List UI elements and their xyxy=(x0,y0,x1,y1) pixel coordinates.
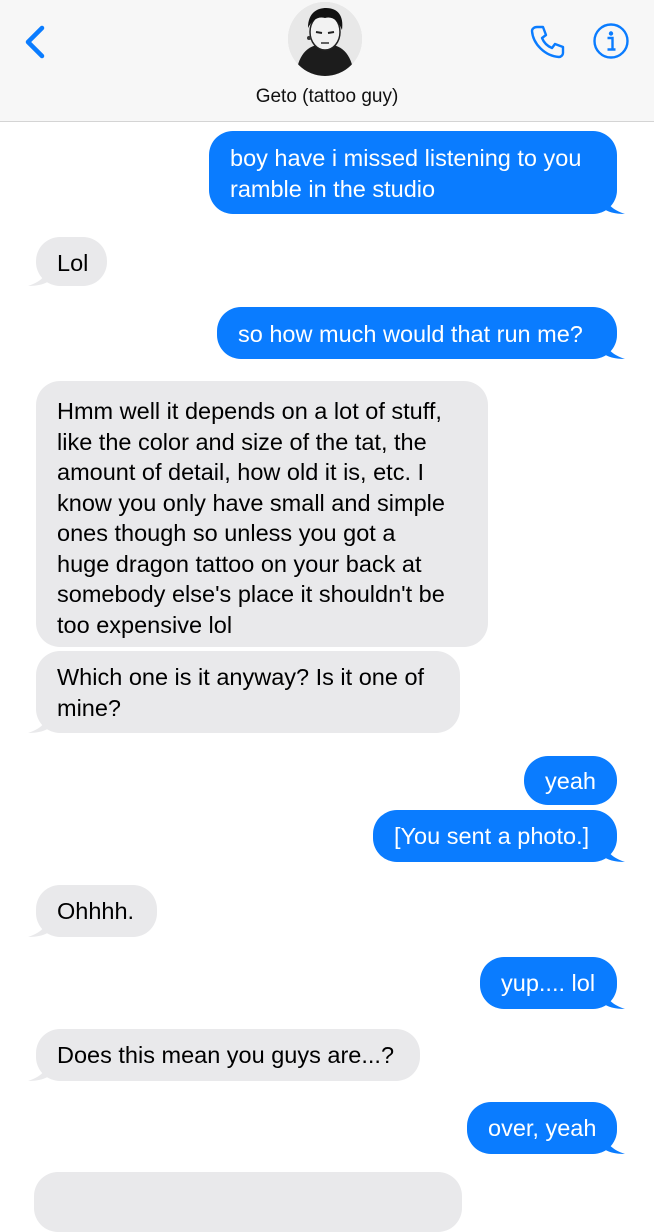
chevron-left-icon xyxy=(25,25,45,59)
call-button[interactable] xyxy=(527,22,567,62)
message-text-line: huge dragon tattoo on your back at xyxy=(57,550,422,577)
message-bubble-incoming[interactable]: Lol xyxy=(28,237,107,286)
bubble-tail xyxy=(28,262,50,286)
bubble-tail xyxy=(603,1130,625,1154)
message-text-line: Does this mean you guys are...? xyxy=(57,1042,395,1068)
bubble-tail xyxy=(603,838,625,862)
message-bubble-incoming-partial[interactable] xyxy=(34,1172,462,1232)
conversation-header: Geto (tattoo guy) xyxy=(0,0,654,122)
message-text-line: Ohhhh. xyxy=(57,898,135,924)
info-icon xyxy=(593,23,629,59)
message-text-line: so how much would that run me? xyxy=(238,321,583,347)
message-text-line: over, yeah xyxy=(488,1115,597,1141)
message-text-line: too expensive lol xyxy=(57,611,233,638)
message-text-line: Which one is it anyway? Is it one of xyxy=(57,664,425,690)
bubble-tail xyxy=(28,913,50,937)
contact-name[interactable]: Geto (tattoo guy) xyxy=(0,86,654,108)
message-text-line: Hmm well it depends on a lot of stuff, xyxy=(57,398,442,424)
message-text-line: yup.... lol xyxy=(501,970,596,996)
message-bubble-incoming[interactable]: Ohhhh. xyxy=(28,885,157,937)
message-text-line: yeah xyxy=(545,768,596,794)
message-text-line: amount of detail, how old it is, etc. I xyxy=(57,459,425,485)
bubble-tail xyxy=(28,709,50,733)
message-bubble-incoming[interactable]: Which one is it anyway? Is it one of min… xyxy=(28,651,460,733)
info-button[interactable] xyxy=(592,22,630,60)
message-bubble-outgoing[interactable]: yup.... lol xyxy=(480,957,625,1009)
message-bubble-outgoing[interactable]: [You sent a photo.] xyxy=(373,810,625,862)
avatar[interactable] xyxy=(288,2,362,76)
message-text-line: Lol xyxy=(57,250,89,276)
message-text-line: somebody else's place it shouldn't be xyxy=(57,581,445,607)
message-text-line: like the color and size of the tat, the xyxy=(57,428,427,455)
message-bubble-incoming[interactable]: Does this mean you guys are...? xyxy=(28,1029,420,1081)
message-bubble-outgoing[interactable]: so how much would that run me? xyxy=(217,307,625,359)
bubble-tail xyxy=(603,190,625,214)
bubble-tail xyxy=(603,985,625,1009)
back-button[interactable] xyxy=(18,22,54,62)
message-text-line: know you only have small and simple xyxy=(57,489,445,516)
message-text-line: [You sent a photo.] xyxy=(394,823,590,849)
bubble-tail xyxy=(603,335,625,359)
message-bubble-outgoing[interactable]: over, yeah xyxy=(467,1102,625,1154)
bubble-tail xyxy=(28,1057,50,1081)
contact-photo xyxy=(288,2,362,76)
message-bubble-outgoing[interactable]: boy have i missed listening to you rambl… xyxy=(209,131,625,214)
message-text-line: mine? xyxy=(57,694,122,721)
message-bubble-outgoing[interactable]: yeah xyxy=(524,756,617,805)
phone-icon xyxy=(530,25,565,59)
message-text-line: boy have i missed listening to you xyxy=(230,145,582,171)
message-text-line: ramble in the studio xyxy=(230,175,436,202)
message-text-line: ones though so unless you got a xyxy=(57,520,396,546)
message-bubble-incoming[interactable]: Hmm well it depends on a lot of stuff, l… xyxy=(36,381,488,647)
